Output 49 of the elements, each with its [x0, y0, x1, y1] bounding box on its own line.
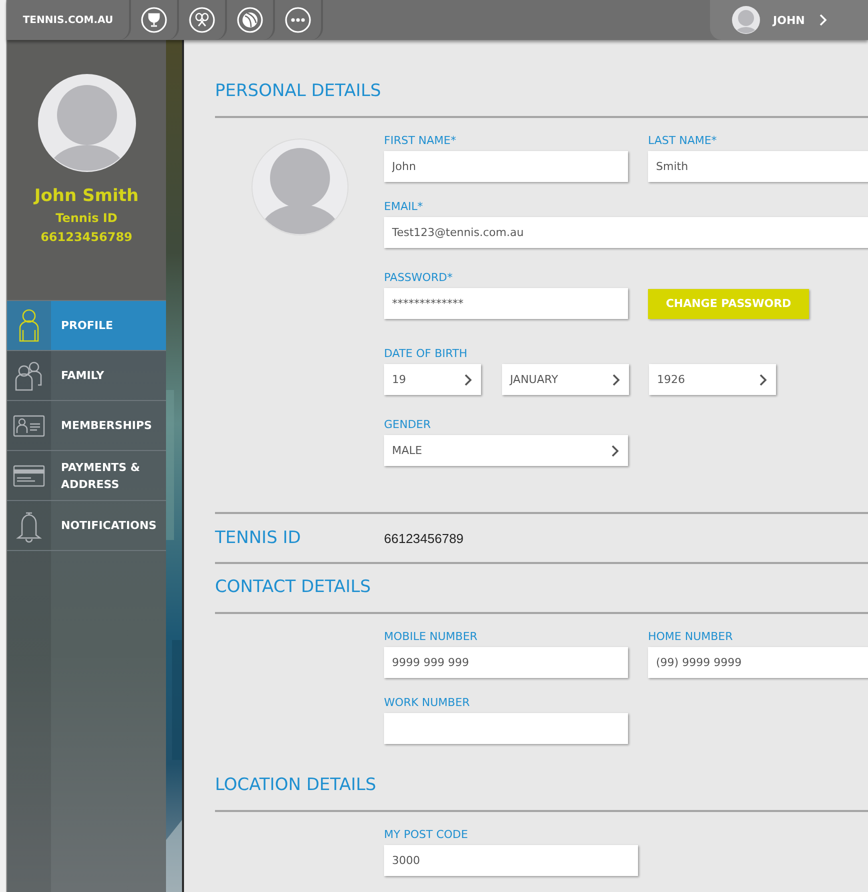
section-title: PERSONAL DETAILS: [215, 80, 382, 102]
field-label: EMAIL*: [384, 200, 423, 214]
password-field[interactable]: *************: [384, 288, 628, 319]
ball-icon: [237, 7, 263, 33]
field-label: PASSWORD*: [384, 271, 453, 285]
field-label: DATE OF BIRTH: [384, 347, 468, 361]
id-card-icon: [13, 414, 45, 436]
section-title: CONTACT DETAILS: [215, 576, 372, 598]
menu-item[interactable]: PROFILE: [7, 300, 166, 350]
menu-item[interactable]: MEMBERSHIPS: [7, 400, 166, 450]
field-label: MY POST CODE: [384, 828, 468, 842]
chevron-icon: [818, 14, 827, 26]
trophy-icon: [141, 7, 167, 33]
field-label: HOME NUMBER: [648, 630, 734, 644]
gender-select[interactable]: MALE: [384, 435, 628, 466]
month-select[interactable]: JANUARY: [502, 364, 629, 395]
avatar-icon: [251, 138, 349, 236]
field-label: LAST NAME*: [648, 134, 718, 148]
chevron-icon: [464, 374, 472, 386]
field-label: FIRST NAME*: [384, 134, 458, 148]
year-select[interactable]: 1926: [649, 364, 776, 395]
input-field[interactable]: Smith: [648, 151, 868, 182]
avatar-icon: [732, 6, 760, 34]
menu-item[interactable]: NOTIFICATIONS: [7, 500, 166, 550]
chevron-icon: [759, 374, 767, 386]
input-field[interactable]: 9999 999 999: [384, 647, 628, 678]
rackets-icon: [189, 7, 215, 33]
input-field[interactable]: 3000: [384, 845, 638, 876]
avatar-icon: [38, 74, 136, 172]
day-select[interactable]: 19: [384, 364, 481, 395]
section-title: TENNIS ID: [215, 527, 302, 549]
credit-card-icon: [13, 464, 45, 486]
tennis-id-label: Tennis ID: [56, 210, 118, 227]
user-name: John Smith: [34, 186, 139, 206]
menu-item[interactable]: PAYMENTS & ADDRESS: [7, 450, 166, 500]
tennis-id-value: 66123456789: [40, 229, 132, 246]
tennis-id-value: 66123456789: [384, 530, 464, 546]
user-menu[interactable]: JOHN: [710, 0, 868, 40]
field-label: WORK NUMBER: [384, 696, 470, 710]
field-label: GENDER: [384, 418, 431, 432]
chevron-icon: [611, 444, 619, 456]
field-label: MOBILE NUMBER: [384, 630, 478, 644]
input-field[interactable]: [384, 713, 628, 744]
input-field[interactable]: (99) 9999 9999: [648, 647, 868, 678]
input-field[interactable]: Test123@tennis.com.au: [384, 217, 868, 248]
section-title: LOCATION DETAILS: [215, 774, 378, 796]
menu-item[interactable]: FAMILY: [7, 350, 166, 400]
chevron-icon: [612, 374, 620, 386]
more-icon: [285, 7, 311, 33]
